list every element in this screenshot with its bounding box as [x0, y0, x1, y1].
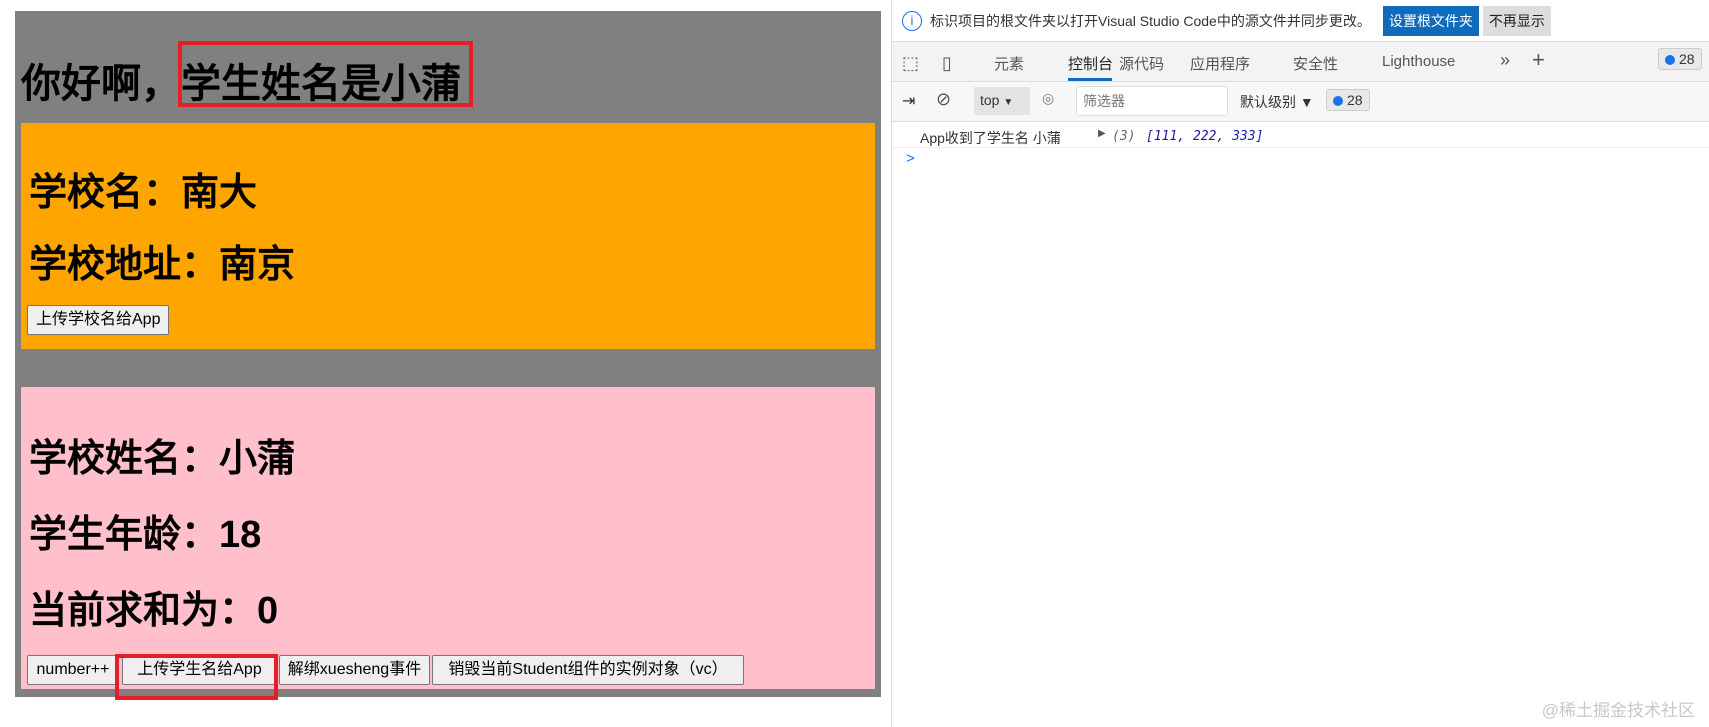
console-prompt[interactable]: >	[906, 150, 915, 167]
console-issues-count: 28	[1347, 92, 1363, 108]
info-message: 标识项目的根文件夹以打开Visual Studio Code中的源文件并同步更改…	[930, 12, 1371, 29]
devtools-panel: i 标识项目的根文件夹以打开Visual Studio Code中的源文件并同步…	[892, 0, 1709, 727]
sidebar-toggle-icon[interactable]: ⇥	[902, 91, 915, 111]
array-values: [111, 222, 333]	[1146, 129, 1264, 144]
tab-sources[interactable]: 源代码	[1119, 53, 1164, 74]
destroy-component-button[interactable]: 销毁当前Student组件的实例对象（vc）	[432, 655, 744, 685]
app-root: 你好啊，学生姓名是小蒲 学校名：南大 学校地址：南京 上传学校名给App 学校姓…	[15, 11, 881, 700]
inspect-icon[interactable]: ⬚	[902, 53, 919, 74]
upload-school-name-button[interactable]: 上传学校名给App	[27, 305, 170, 335]
context-select[interactable]: top ▼	[974, 87, 1030, 115]
add-tab-icon[interactable]: +	[1532, 47, 1545, 73]
more-tabs-icon[interactable]: »	[1500, 50, 1510, 71]
device-toggle-icon[interactable]: ▯	[942, 53, 952, 74]
log-level-value: 默认级别	[1240, 94, 1296, 110]
log-text: App收到了学生名 小蒲	[920, 130, 1061, 146]
highlight-box	[115, 654, 278, 700]
tab-security[interactable]: 安全性	[1293, 53, 1338, 74]
unbind-event-button[interactable]: 解绑xuesheng事件	[279, 655, 430, 685]
watermark: @稀土掘金技术社区	[1541, 701, 1695, 720]
filter-input[interactable]	[1076, 86, 1228, 116]
console-log-row: App收到了学生名 小蒲 ▶ (3) [111, 222, 333]	[892, 124, 1709, 148]
sum-display: 当前求和为：0	[29, 590, 279, 632]
context-value: top	[980, 92, 1000, 108]
tab-elements[interactable]: 元素	[994, 53, 1024, 74]
student-name: 学校姓名：小蒲	[29, 438, 296, 480]
dropdown-arrow-icon: ▼	[1003, 97, 1014, 108]
info-bar: i 标识项目的根文件夹以打开Visual Studio Code中的源文件并同步…	[892, 0, 1709, 42]
array-length: (3)	[1112, 129, 1136, 144]
clear-console-icon[interactable]: ⊘	[936, 89, 951, 110]
console-toolbar: ⇥ ⊘ top ▼ ◎ 默认级别 ▼ 28	[892, 82, 1709, 122]
tab-console[interactable]: 控制台	[1068, 53, 1113, 74]
school-address: 学校地址：南京	[29, 244, 296, 286]
log-level-select[interactable]: 默认级别 ▼	[1240, 92, 1314, 112]
eye-icon[interactable]: ◎	[1042, 90, 1054, 107]
active-tab-indicator	[1068, 78, 1112, 81]
info-icon: i	[902, 10, 922, 31]
student-age: 学生年龄：18	[29, 514, 262, 556]
number-increment-button[interactable]: number++	[27, 655, 119, 685]
tab-lighthouse[interactable]: Lighthouse	[1382, 53, 1455, 70]
message-icon	[1665, 55, 1675, 65]
devtools-tabs: ⬚ ▯ 元素 控制台 源代码 应用程序 安全性 Lighthouse » + 2…	[892, 42, 1709, 82]
console-issues-badge[interactable]: 28	[1326, 89, 1370, 111]
issues-badge[interactable]: 28	[1658, 48, 1702, 70]
greeting: 你好啊，	[21, 62, 181, 106]
message-icon	[1333, 96, 1343, 106]
school-component: 学校名：南大 学校地址：南京 上传学校名给App	[21, 123, 875, 349]
dont-show-again-button[interactable]: 不再显示	[1482, 5, 1551, 36]
student-component: 学校姓名：小蒲 学生年龄：18 当前求和为：0 number++ 上传学生名给A…	[21, 387, 875, 689]
issues-count: 28	[1679, 51, 1695, 67]
highlight-box	[178, 41, 473, 107]
set-root-folder-button[interactable]: 设置根文件夹	[1382, 5, 1479, 36]
expand-triangle-icon[interactable]: ▶	[1098, 128, 1106, 139]
school-name: 学校名：南大	[29, 172, 258, 214]
tab-application[interactable]: 应用程序	[1190, 53, 1250, 74]
